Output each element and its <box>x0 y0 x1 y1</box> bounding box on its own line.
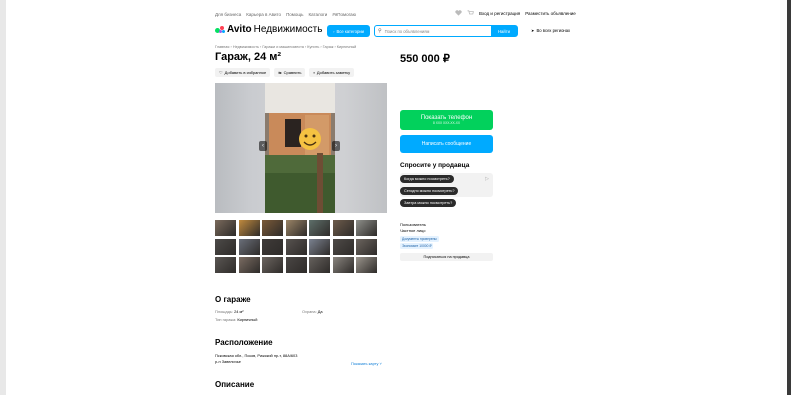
area-row: Площадь: 24 м² <box>215 309 244 314</box>
note-icon: ▪ <box>313 70 315 75</box>
photo-thumbnail[interactable] <box>262 257 283 273</box>
avito-dots-icon <box>215 25 225 35</box>
seller-name[interactable]: Пользователь <box>400 222 426 228</box>
heart-outline-icon: ♡ <box>219 70 223 75</box>
login-link[interactable]: Вход и регистрация <box>479 11 520 16</box>
page-title: Гараж, 24 м² <box>215 51 282 63</box>
show-map-link[interactable]: Показать карту ˅ <box>351 361 382 366</box>
post-ad-link[interactable]: Разместить объявление <box>525 11 576 16</box>
photo-prev-arrow-icon[interactable]: ‹ <box>259 141 267 151</box>
main-photo[interactable]: ‹ › <box>215 83 387 213</box>
logo-section: Недвижимость <box>253 24 323 35</box>
show-map-label: Показать карту <box>351 361 379 366</box>
district: р-н Завеличье <box>215 358 241 364</box>
photo-thumbnail[interactable] <box>262 220 283 236</box>
subscribe-seller-button[interactable]: Подписаться на продавца <box>400 253 493 261</box>
send-icon[interactable]: ▷ <box>485 176 489 182</box>
search-icon: ⚲ <box>378 28 382 34</box>
ask-seller-title: Спросите у продавца <box>400 162 470 169</box>
security-value: Да <box>317 309 323 314</box>
garage-photo <box>265 83 335 213</box>
photo-thumbnail[interactable] <box>285 257 307 273</box>
item-actions: ♡ Добавить в избранное ⇆ Сравнить ▪ Доба… <box>215 68 355 77</box>
photo-thumbnail[interactable] <box>356 257 377 273</box>
heart-icon[interactable] <box>455 10 462 16</box>
top-link-catalogs[interactable]: Каталоги <box>308 12 327 17</box>
photo-thumbnail[interactable] <box>332 220 354 236</box>
categories-icon: ◦ <box>332 28 335 34</box>
search-bar: ⚲ Поиск по объявлениям Найти <box>374 25 518 37</box>
search-button[interactable]: Найти <box>491 26 517 36</box>
suggestion-chip[interactable]: Когда можно посмотреть? <box>400 175 454 183</box>
photo-thumbnail[interactable] <box>238 238 260 255</box>
categories-label: Все категории <box>336 28 364 34</box>
photo-thumbnail[interactable] <box>285 238 307 255</box>
photo-thumbnail[interactable] <box>238 257 260 273</box>
top-link-business[interactable]: Для бизнеса <box>215 12 241 17</box>
photo-thumbnail[interactable] <box>356 238 377 255</box>
photo-thumbnail[interactable] <box>285 220 307 236</box>
cart-icon[interactable] <box>467 10 474 16</box>
photo-thumbnail[interactable] <box>356 220 377 236</box>
location-icon: ➤ <box>531 28 535 33</box>
browser-frame <box>0 0 791 395</box>
seller-info: Пользователь Частное лицо <box>400 222 426 233</box>
write-message-button[interactable]: Написать сообщение <box>400 135 493 153</box>
region-label: Во всех регионах <box>536 28 571 33</box>
search-input[interactable]: Поиск по объявлениям <box>385 29 491 34</box>
address: Псковская обл., Псков, Рижский пр-т, 88А… <box>215 353 298 358</box>
photo-thumbnail[interactable] <box>309 238 330 255</box>
top-link-help[interactable]: Помощь <box>286 12 303 17</box>
all-categories-button[interactable]: ◦ Все категории <box>327 25 370 37</box>
photo-thumbnail[interactable] <box>215 220 236 236</box>
documents-badge: Документы проверены <box>400 236 439 242</box>
garage-type-label: Тип гаража: <box>215 317 237 322</box>
photo-thumbnail[interactable] <box>238 220 260 236</box>
top-right-bar: Вход и регистрация Разместить объявление <box>455 10 576 16</box>
area-value: 24 м² <box>234 309 244 314</box>
photo-thumbnail[interactable] <box>332 238 354 255</box>
show-phone-button[interactable]: Показать телефон 8 XXX XXX-XX-XX <box>400 110 493 130</box>
top-links: Для бизнеса Карьера в Авито Помощь Катал… <box>215 12 356 17</box>
favorite-label: Добавить в избранное <box>224 70 267 75</box>
photo-thumbnail[interactable] <box>332 257 354 273</box>
add-note-button[interactable]: ▪ Добавить заметку <box>309 68 355 77</box>
compare-icon: ⇆ <box>278 70 282 75</box>
add-favorite-button[interactable]: ♡ Добавить в избранное <box>215 68 271 77</box>
photo-thumbnail[interactable] <box>215 238 236 255</box>
address-block: Псковская обл., Псков, Рижский пр-т, 88А… <box>215 353 297 364</box>
top-link-help-hashtag[interactable]: #яПомогаю <box>332 12 356 17</box>
photo-thumbnail[interactable] <box>262 238 283 255</box>
photo-next-arrow-icon[interactable]: › <box>332 141 340 151</box>
savings-badge: Экономьте 10000 ₽ <box>400 243 434 249</box>
garage-type-value: Кирпичный <box>237 317 258 322</box>
description-section-title: Описание <box>215 380 255 389</box>
logo-brand: Avito <box>227 24 252 35</box>
region-selector[interactable]: ➤ Во всех регионах <box>531 28 570 33</box>
area-label: Площадь: <box>215 309 234 314</box>
note-label: Добавить заметку <box>316 70 351 75</box>
avito-logo[interactable]: Avito Недвижимость <box>215 24 322 35</box>
price: 550 000 ₽ <box>400 53 450 65</box>
garage-type-row: Тип гаража: Кирпичный <box>215 317 257 322</box>
suggestion-chip[interactable]: Сегодня можно посмотреть? <box>400 187 459 195</box>
top-link-career[interactable]: Карьера в Авито <box>246 12 281 17</box>
compare-button[interactable]: ⇆ Сравнить <box>274 68 306 77</box>
security-label: Охрана: <box>302 309 317 314</box>
seller-type: Частное лицо <box>400 227 426 233</box>
photo-thumbnails <box>215 220 377 273</box>
compare-label: Сравнить <box>283 70 302 75</box>
photo-thumbnail[interactable] <box>215 257 236 273</box>
breadcrumb[interactable]: Главная › Недвижимость › Гаражи и машино… <box>215 45 356 49</box>
photo-thumbnail[interactable] <box>309 257 330 273</box>
suggestion-chip[interactable]: Завтра можно посмотреть? <box>400 199 457 207</box>
location-section-title: Расположение <box>215 338 273 347</box>
chevron-down-icon: ˅ <box>379 361 382 366</box>
photo-thumbnail[interactable] <box>309 220 330 236</box>
about-section-title: О гараже <box>215 295 251 304</box>
phone-number-mask: 8 XXX XXX-XX-XX <box>433 121 460 125</box>
security-row: Охрана: Да <box>302 309 323 314</box>
